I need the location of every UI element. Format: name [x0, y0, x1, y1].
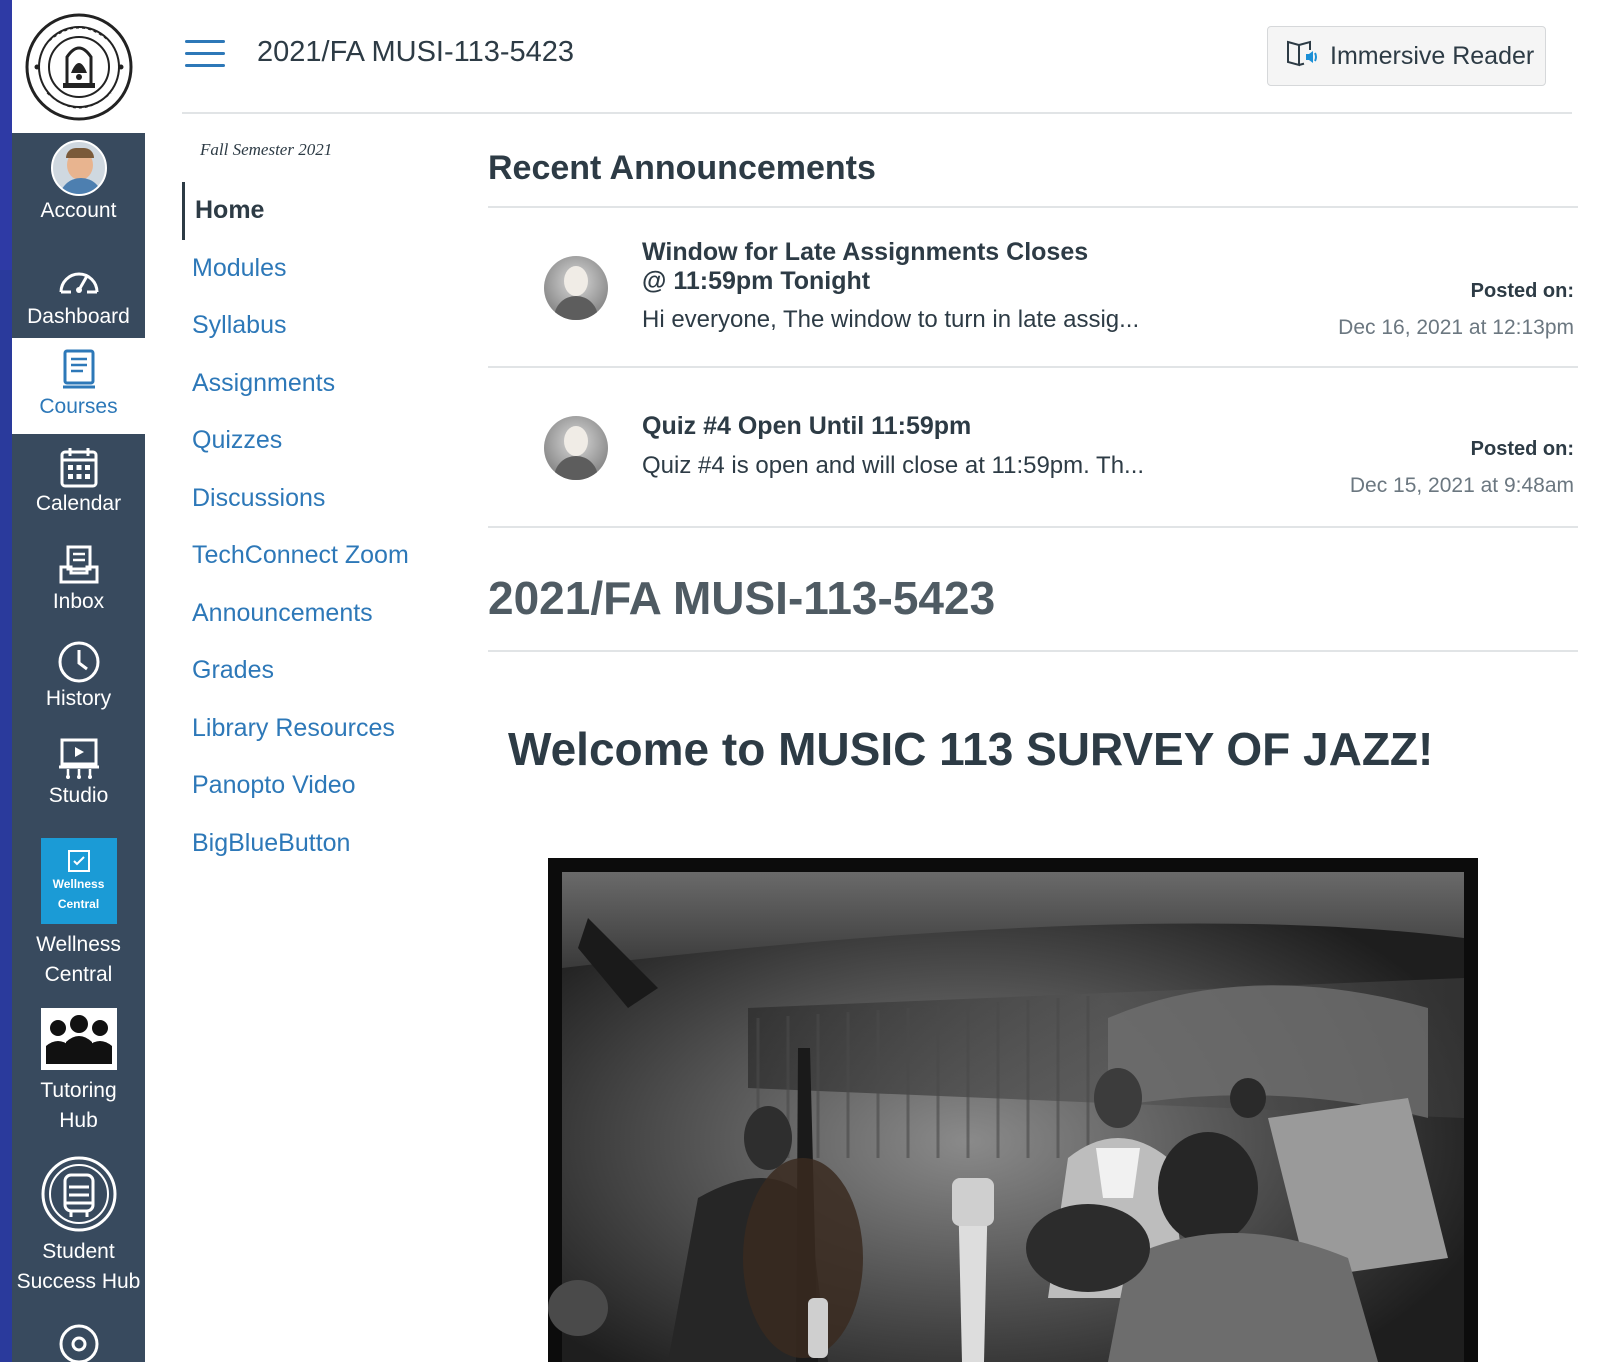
clock-icon: [57, 640, 101, 684]
announcement-snippet: Hi everyone, The window to turn in late …: [642, 306, 1140, 333]
course-nav-quizzes[interactable]: Quizzes: [182, 412, 452, 470]
photo-image: [548, 858, 1478, 1362]
global-navigation: Account Dashboard Courses Calendar Inbox…: [12, 0, 145, 1362]
course-nav-announcements[interactable]: Announcements: [182, 585, 452, 643]
course-nav-bigbluebutton[interactable]: BigBlueButton: [182, 815, 452, 873]
wellness-central-icon-text: Wellness Central: [52, 877, 105, 911]
course-navigation: Fall Semester 2021 Home Modules Syllabus…: [182, 140, 452, 872]
hamburger-line: [185, 40, 225, 43]
studio-icon: [57, 737, 101, 781]
nav-studio[interactable]: Studio: [12, 737, 145, 827]
nav-inbox-label: Inbox: [52, 590, 105, 613]
main-content: Recent Announcements Window for Late Ass…: [488, 140, 1578, 776]
nav-tutoring-hub-label: Tutoring Hub: [40, 1079, 117, 1132]
page-title: 2021/FA MUSI-113-5423: [488, 572, 996, 624]
course-menu-toggle[interactable]: [185, 40, 225, 70]
immersive-reader-icon: [1286, 38, 1320, 75]
immersive-reader-button[interactable]: Immersive Reader: [1267, 26, 1546, 86]
college-logo[interactable]: [12, 0, 145, 133]
announcement-snippet: Quiz #4 is open and will close at 11:59p…: [642, 452, 1145, 479]
announcement-author-avatar: [544, 256, 608, 320]
course-nav-discussions[interactable]: Discussions: [182, 470, 452, 528]
nav-courses[interactable]: Courses: [12, 338, 145, 434]
tutoring-hub-icon: [40, 1008, 117, 1070]
announcement-posted-label: Posted on:: [1470, 438, 1574, 460]
course-nav-techconnect-zoom[interactable]: TechConnect Zoom: [182, 527, 452, 585]
wellness-central-icon: Wellness Central: [40, 838, 117, 924]
hamburger-line: [185, 64, 225, 67]
nav-account[interactable]: Account: [12, 140, 145, 236]
nav-courses-label: Courses: [39, 395, 118, 418]
immersive-reader-label: Immersive Reader: [1330, 41, 1535, 70]
breadcrumb-course-title[interactable]: 2021/FA MUSI-113-5423: [257, 36, 574, 69]
nav-dashboard-label: Dashboard: [27, 305, 130, 328]
nav-calendar-label: Calendar: [35, 492, 122, 515]
nav-calendar[interactable]: Calendar: [12, 445, 145, 535]
nav-tutoring-hub[interactable]: Tutoring Hub: [12, 1008, 145, 1143]
nav-student-success-hub-label: Student Success Hub: [16, 1240, 141, 1293]
course-nav-syllabus[interactable]: Syllabus: [182, 297, 452, 355]
welcome-heading: Welcome to MUSIC 113 SURVEY OF JAZZ!: [508, 723, 1434, 775]
help-icon: [57, 1318, 101, 1362]
course-nav-modules[interactable]: Modules: [182, 240, 452, 298]
window-frame: [0, 0, 12, 270]
announcement-author-avatar: [544, 416, 608, 480]
college-seal-icon: [25, 13, 132, 120]
recent-announcements-heading: Recent Announcements: [488, 149, 876, 187]
avatar: [50, 140, 107, 196]
nav-wellness-central-label: Wellness Central: [36, 933, 121, 986]
course-nav-grades[interactable]: Grades: [182, 642, 452, 700]
announcement-posted-date: Dec 16, 2021 at 12:13pm: [1338, 316, 1574, 339]
inbox-icon: [57, 543, 101, 587]
announcement-item[interactable]: Quiz #4 Open Until 11:59pm Quiz #4 is op…: [488, 368, 1578, 526]
announcement-posted-date: Dec 15, 2021 at 9:48am: [1349, 474, 1574, 497]
courses-icon: [57, 348, 101, 392]
nav-inbox[interactable]: Inbox: [12, 543, 145, 633]
nav-history-label: History: [45, 687, 112, 710]
hamburger-line: [185, 52, 225, 55]
announcement-item[interactable]: Window for Late Assignments Closes @ 11:…: [488, 208, 1578, 366]
nav-account-label: Account: [40, 199, 117, 222]
nav-studio-label: Studio: [48, 784, 109, 807]
term-label: Fall Semester 2021: [200, 140, 333, 159]
course-nav-home[interactable]: Home: [182, 182, 452, 240]
nav-student-success-hub[interactable]: Student Success Hub: [12, 1155, 145, 1300]
header-divider: [182, 112, 1572, 114]
dashboard-icon: [57, 258, 101, 302]
divider: [488, 650, 1578, 652]
nav-wellness-central[interactable]: Wellness Central Wellness Central: [12, 838, 145, 998]
nav-dashboard[interactable]: Dashboard: [12, 258, 145, 338]
announcement-title[interactable]: Quiz #4 Open Until 11:59pm: [642, 412, 1112, 441]
calendar-icon: [57, 445, 101, 489]
jazz-musicians-photo: [548, 858, 1478, 1362]
course-nav-assignments[interactable]: Assignments: [182, 355, 452, 413]
course-nav-library-resources[interactable]: Library Resources: [182, 700, 452, 758]
nav-history[interactable]: History: [12, 640, 145, 730]
student-success-hub-icon: [40, 1155, 118, 1233]
announcement-posted-label: Posted on:: [1470, 280, 1574, 302]
course-nav-panopto-video[interactable]: Panopto Video: [182, 757, 452, 815]
nav-more-item[interactable]: [12, 1318, 145, 1362]
announcement-title[interactable]: Window for Late Assignments Closes @ 11:…: [642, 238, 1112, 296]
course-header: 2021/FA MUSI-113-5423 Immersive Reader: [145, 0, 1603, 112]
